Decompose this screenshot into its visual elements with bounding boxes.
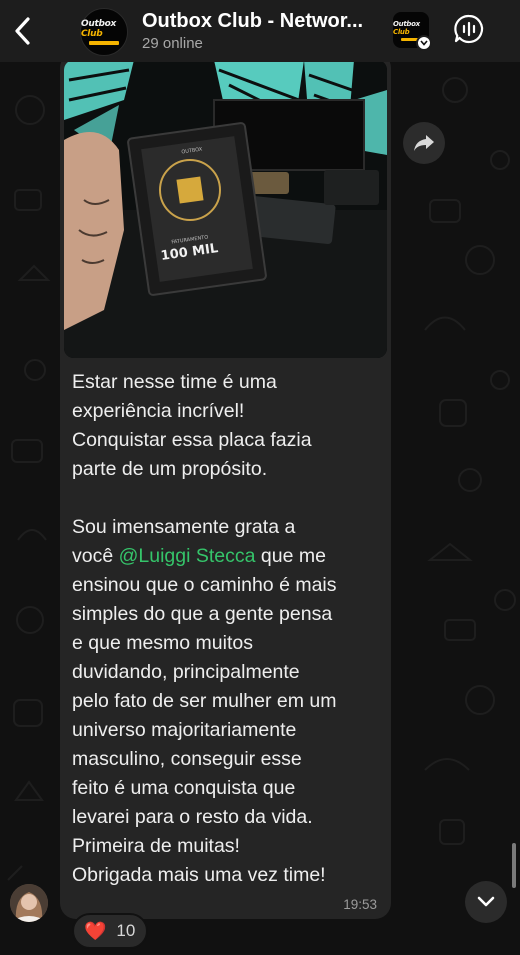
logo-bar <box>89 41 119 45</box>
sender-avatar[interactable] <box>10 884 48 922</box>
voice-chat-button[interactable] <box>452 12 486 46</box>
forward-button[interactable] <box>403 122 445 164</box>
scrollbar[interactable] <box>512 843 516 888</box>
community-logo: Outbox Club <box>393 19 420 36</box>
message-bubble[interactable]: 100 MIL FATURAMENTO OUTBOX Estar nesse t… <box>60 52 391 919</box>
mention-link[interactable]: @Luiggi Stecca <box>119 545 256 567</box>
community-avatar[interactable]: Outbox Club <box>393 12 432 51</box>
reaction-pill[interactable]: ❤️ 10 <box>72 913 148 949</box>
online-count: 29 online <box>142 35 203 52</box>
reaction-count: 10 <box>116 921 136 940</box>
message-photo[interactable]: 100 MIL FATURAMENTO OUTBOX <box>64 60 387 358</box>
scroll-down-button[interactable] <box>465 881 507 923</box>
heart-icon: ❤️ <box>84 920 107 941</box>
group-avatar[interactable]: Outbox Club <box>80 8 128 56</box>
group-logo: Outbox Club <box>81 19 116 39</box>
chevron-down-icon <box>477 896 495 907</box>
chevron-down-icon <box>416 35 432 51</box>
message-time: 19:53 <box>343 897 377 912</box>
voice-chat-icon <box>454 14 484 44</box>
back-button[interactable] <box>8 14 38 48</box>
chat-title[interactable]: Outbox Club - Networ... <box>142 10 363 33</box>
chat-header: Outbox Club Outbox Club - Networ... 29 o… <box>0 0 520 62</box>
forward-icon <box>414 135 434 151</box>
chevron-left-icon <box>15 17 30 45</box>
message-text: Estar nesse time é uma experiência incrí… <box>72 371 337 886</box>
